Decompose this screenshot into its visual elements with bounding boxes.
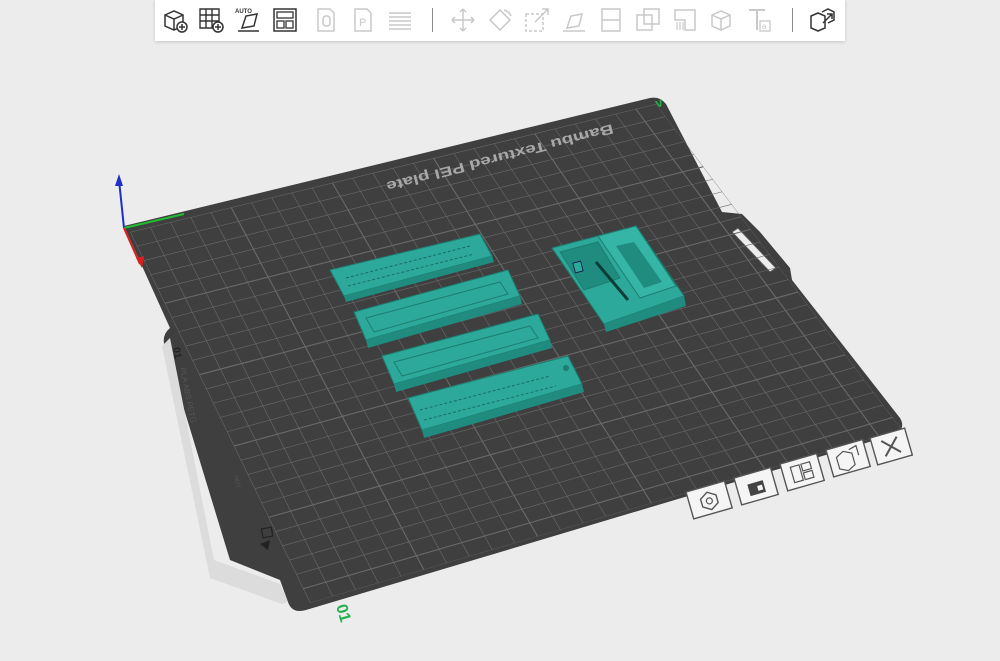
build-plate-viewport[interactable]: Bambu Textured PEI plate 01 PLA ABS PETG…: [0, 0, 1000, 661]
origin-label-bottom: 01: [332, 602, 353, 624]
